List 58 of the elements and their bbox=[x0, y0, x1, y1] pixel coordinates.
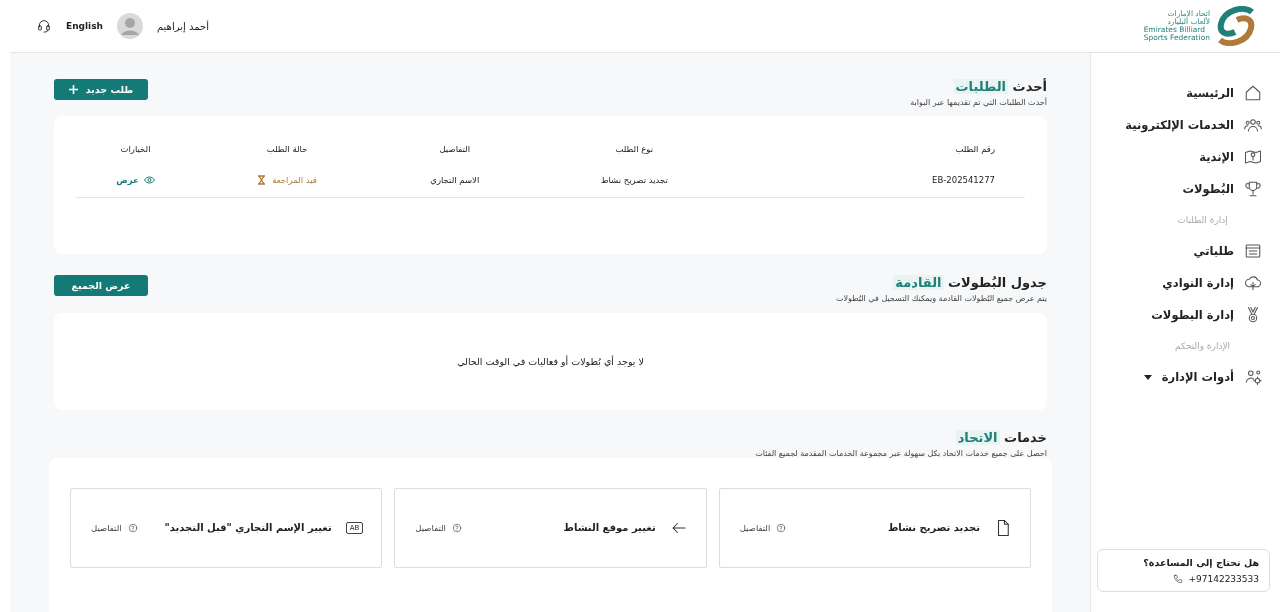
phone-number[interactable]: +97142233533 bbox=[1188, 574, 1259, 584]
nav-item[interactable]: طلباتي bbox=[1193, 235, 1262, 267]
logo-mark-icon bbox=[1216, 6, 1256, 46]
nav-item[interactable]: إدارة النوادي bbox=[1162, 267, 1262, 299]
service-card[interactable]: تجديد تصريح نشاط التفاصيل bbox=[718, 488, 1031, 568]
details-link[interactable]: التفاصيل bbox=[739, 523, 787, 533]
section-title: أحدث الطلبات bbox=[952, 79, 1047, 94]
service-title: تجديد تصريح نشاط bbox=[886, 521, 980, 535]
details-link[interactable]: التفاصيل bbox=[91, 523, 138, 533]
nav-item[interactable]: إدارة البطولات bbox=[1151, 299, 1262, 331]
empty-message: لا يوجد أي بُطولات أو فعاليات في الوقت الحالي bbox=[457, 356, 644, 367]
section-subtitle: يتم عرض جميع البُطولات القادمة ويمكنك التسجيل في البُطولات bbox=[835, 294, 1047, 303]
avatar-icon[interactable] bbox=[116, 13, 143, 39]
section-title: خدمات الاتحاد bbox=[954, 430, 1047, 445]
plus-icon bbox=[68, 85, 78, 94]
document-list-icon bbox=[1244, 242, 1262, 260]
column-header: رقم الطلب bbox=[954, 142, 996, 156]
status-label: قيد المراجعة bbox=[257, 175, 317, 185]
nav-item[interactable]: الإندية bbox=[1199, 141, 1262, 173]
section-subtitle: أحدث الطلبات التي تم تقديمها عبر البوابة bbox=[910, 98, 1047, 107]
table-cell: الاسم التجاري bbox=[379, 163, 531, 198]
user-name: أحمد إبراهيم bbox=[156, 20, 209, 32]
service-title: تغيير موقع النشاط bbox=[562, 521, 656, 535]
service-card[interactable]: تغيير موقع النشاط التفاصيل bbox=[394, 488, 707, 568]
new-request-button[interactable]: طلب جديد bbox=[54, 79, 148, 100]
nav-section-label: إدارة الطلبات bbox=[1176, 214, 1229, 227]
view-link[interactable]: عرض bbox=[116, 174, 155, 185]
trophy-icon bbox=[1244, 180, 1262, 198]
details-link[interactable]: التفاصيل bbox=[415, 523, 462, 533]
section-title: جدول البُطولات القادمة bbox=[892, 275, 1047, 290]
view-all-button[interactable]: عرض الجميع bbox=[54, 275, 148, 296]
hourglass-icon bbox=[257, 175, 267, 185]
column-header: التفاصيل bbox=[438, 142, 472, 156]
help-icon bbox=[776, 523, 787, 533]
nav-section-label: الإدارة والتحكم bbox=[1173, 340, 1232, 353]
section-subtitle: احصل على جميع خدمات الاتحاد بكل سهولة عبر مجموعة الخدمات المقدمة لجميع الفئات bbox=[755, 449, 1047, 458]
nav-dropdown[interactable]: أدوات الإدارة bbox=[1143, 361, 1262, 393]
service-title: تغيير الإسم التجاري "قبل التجديد" bbox=[163, 521, 332, 535]
table-cell: تجديد تصريح نشاط bbox=[530, 163, 739, 198]
help-icon bbox=[127, 523, 138, 533]
language-link[interactable]: English bbox=[66, 21, 103, 31]
cloud-tree-icon bbox=[1244, 274, 1262, 292]
column-header: نوع الطلب bbox=[614, 142, 655, 156]
nav-item[interactable]: البُطولات bbox=[1182, 173, 1262, 205]
help-title: هل تحتاج إلى المساعدة؟ bbox=[1142, 557, 1259, 568]
map-pin-icon bbox=[1244, 148, 1262, 166]
help-icon bbox=[452, 523, 462, 533]
column-header: الخيارات bbox=[119, 142, 152, 156]
people-gear-icon bbox=[1244, 368, 1262, 386]
support-headset-icon bbox=[36, 18, 52, 34]
column-header: حالة الطلب bbox=[265, 142, 309, 156]
phone-icon bbox=[1173, 574, 1184, 584]
people-icon bbox=[1244, 116, 1262, 134]
nav-item[interactable]: الخدمات الإلكترونية bbox=[1125, 109, 1262, 141]
eye-icon bbox=[143, 175, 155, 184]
home-icon bbox=[1244, 84, 1262, 102]
table-cell: EB-202541277 bbox=[738, 163, 1025, 198]
nav-item[interactable]: الرئيسية bbox=[1186, 77, 1262, 109]
